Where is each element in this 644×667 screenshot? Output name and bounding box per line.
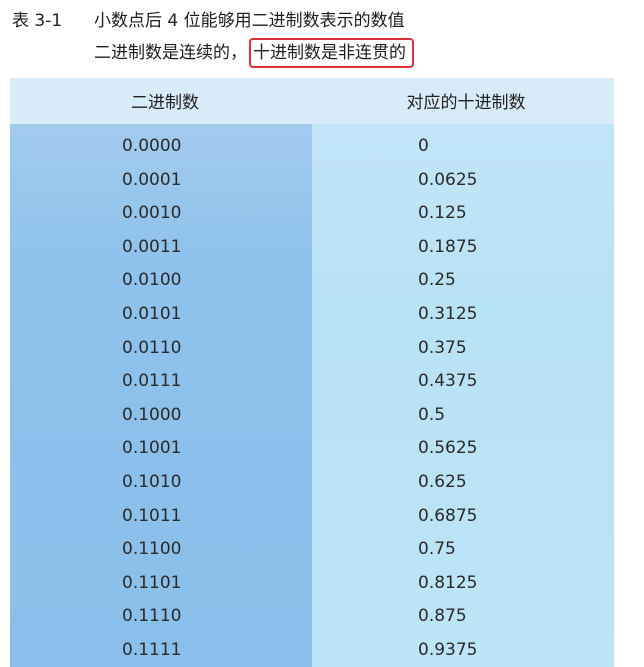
decimal-value: 0.8125	[418, 572, 478, 593]
decimal-value: 0.5625	[418, 438, 478, 459]
table-label: 表 3-1	[12, 11, 63, 31]
binary-value: 0.1101	[122, 572, 182, 593]
decimal-value: 0.125	[418, 203, 467, 224]
binary-value: 0.0010	[122, 203, 182, 224]
table-row: 0.0011 0.1875	[10, 231, 614, 265]
binary-value: 0.1010	[122, 471, 182, 492]
binary-value: 0.1000	[122, 404, 182, 425]
table-body: 0.0000 0 0.0001 0.0625 0.0010 0.125 0.0011 0.18…	[10, 130, 614, 667]
decimal-value: 0.875	[418, 606, 467, 627]
table-row: 0.0000 0	[10, 130, 614, 164]
binary-value: 0.1011	[122, 505, 182, 526]
binary-value: 0.0111	[122, 371, 182, 392]
highlighted-note: 十进制数是非连贯的	[249, 38, 414, 68]
decimal-value: 0	[418, 136, 429, 156]
table-header: 二进制数 对应的十进制数	[10, 78, 614, 124]
table-row: 0.1001 0.5625	[10, 432, 614, 466]
decimal-value: 0.25	[418, 270, 456, 291]
table-title: 小数点后 4 位能够用二进制数表示的数值	[94, 11, 405, 31]
decimal-value: 0.375	[418, 337, 467, 358]
header-decimal: 对应的十进制数	[406, 93, 526, 113]
table-row: 0.1010 0.625	[10, 466, 614, 500]
binary-value: 0.0000	[122, 136, 182, 156]
decimal-value: 0.625	[418, 471, 467, 492]
table-row: 0.1011 0.6875	[10, 500, 614, 534]
table-note: 二进制数是连续的， 十进制数是非连贯的	[94, 38, 414, 68]
header-binary: 二进制数	[131, 93, 199, 113]
binary-value: 0.0100	[122, 270, 182, 291]
binary-value: 0.0110	[122, 337, 182, 358]
table-row: 0.0111 0.4375	[10, 365, 614, 399]
table-row: 0.0100 0.25	[10, 264, 614, 298]
binary-value: 0.0101	[122, 303, 182, 324]
binary-value: 0.1110	[122, 606, 182, 627]
decimal-value: 0.9375	[418, 639, 478, 660]
binary-value: 0.1111	[122, 639, 182, 660]
table-row: 0.1110 0.875	[10, 600, 614, 634]
table-row: 0.0010 0.125	[10, 197, 614, 231]
decimal-value: 0.3125	[418, 303, 478, 324]
table-row: 0.0001 0.0625	[10, 164, 614, 198]
table-row: 0.1100 0.75	[10, 533, 614, 567]
decimal-value: 0.75	[418, 539, 456, 560]
table-row: 0.0101 0.3125	[10, 298, 614, 332]
binary-value: 0.1100	[122, 539, 182, 560]
decimal-value: 0.4375	[418, 371, 478, 392]
binary-value: 0.1001	[122, 438, 182, 459]
binary-value: 0.0001	[122, 169, 182, 190]
table-row: 0.0110 0.375	[10, 332, 614, 366]
decimal-value: 0.6875	[418, 505, 478, 526]
binary-value: 0.0011	[122, 236, 182, 257]
decimal-value: 0.0625	[418, 169, 478, 190]
binary-decimal-table: 二进制数 对应的十进制数 0.0000 0 0.0001 0.0625 0.0010 0.…	[10, 78, 614, 667]
table-row: 0.1000 0.5	[10, 399, 614, 433]
note-plain: 二进制数是连续的，	[94, 43, 247, 63]
decimal-value: 0.1875	[418, 236, 478, 257]
decimal-value: 0.5	[418, 404, 446, 425]
table-row: 0.1101 0.8125	[10, 567, 614, 601]
document-page: 表 3-1 小数点后 4 位能够用二进制数表示的数值 二进制数是连续的， 十进制数…	[0, 0, 644, 667]
table-row: 0.1111 0.9375	[10, 634, 614, 667]
